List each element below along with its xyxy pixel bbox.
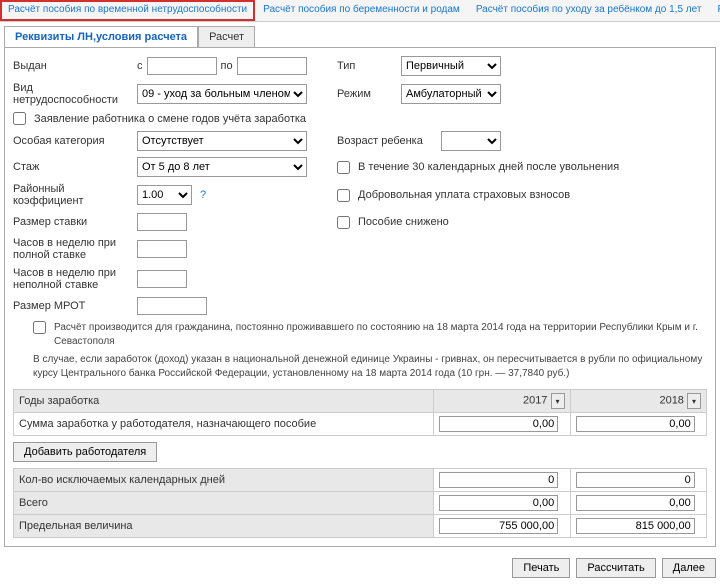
- select-type[interactable]: Первичный: [401, 56, 501, 76]
- earnings-table: Годы заработка 2017 ▾ 2018 ▾ Сумма зараб…: [13, 389, 707, 436]
- input-mrot[interactable]: [137, 297, 207, 315]
- checkbox-year-swap[interactable]: [13, 112, 26, 125]
- checkbox-voluntary[interactable]: [337, 189, 350, 202]
- year1-dropdown-icon[interactable]: ▾: [551, 393, 565, 409]
- input-limit-y1[interactable]: [439, 518, 558, 534]
- input-limit-y2[interactable]: [576, 518, 695, 534]
- input-sum-y1[interactable]: [439, 416, 558, 432]
- label-hours-part: Часов в неделю при неполной ставке: [13, 267, 133, 291]
- checkbox-reduced[interactable]: [337, 216, 350, 229]
- input-date-to[interactable]: [237, 57, 307, 75]
- select-child-age[interactable]: [441, 131, 501, 151]
- th-year2: 2018 ▾: [570, 390, 707, 413]
- topnav-loss[interactable]: Расчёт утраче: [709, 0, 720, 21]
- label-from: с: [137, 60, 143, 72]
- tabs: Реквизиты ЛН,условия расчета Расчет: [4, 26, 716, 48]
- button-row: Печать Рассчитать Далее: [0, 552, 720, 584]
- input-excl-y2[interactable]: [576, 472, 695, 488]
- select-disability-kind[interactable]: 09 - уход за больным членом: [137, 84, 307, 104]
- select-seniority[interactable]: От 5 до 8 лет: [137, 157, 307, 177]
- th-years: Годы заработка: [14, 390, 434, 413]
- topnav-childcare[interactable]: Расчёт пособия по уходу за ребёнком до 1…: [468, 0, 710, 21]
- add-employer-button[interactable]: Добавить работодателя: [13, 442, 157, 462]
- label-to: по: [221, 60, 233, 72]
- label-within30: В течение 30 календарных дней после увол…: [358, 161, 619, 173]
- label-rate-size: Размер ставки: [13, 216, 133, 228]
- th-total: Всего: [14, 492, 434, 515]
- select-regime[interactable]: Амбулаторный: [401, 84, 501, 104]
- th-limit: Предельная величина: [14, 515, 434, 538]
- label-district-coef: Районный коэффициент: [13, 183, 133, 207]
- print-button[interactable]: Печать: [512, 558, 570, 578]
- input-hours-full[interactable]: [137, 240, 187, 258]
- year2-dropdown-icon[interactable]: ▾: [687, 393, 701, 409]
- next-button[interactable]: Далее: [662, 558, 716, 578]
- td-sum-label: Сумма заработка у работодателя, назначаю…: [14, 413, 434, 436]
- label-regime: Режим: [337, 88, 397, 100]
- label-seniority: Стаж: [13, 161, 133, 173]
- form-content: Выдан с по Тип Первичный Вид нетрудоспос…: [4, 47, 716, 547]
- input-rate-size[interactable]: [137, 213, 187, 231]
- tab-calc[interactable]: Расчет: [198, 26, 255, 48]
- help-link-coef[interactable]: ?: [200, 189, 206, 201]
- label-crimea-note: Расчёт производится для гражданина, пост…: [54, 321, 707, 349]
- th-excl: Кол-во исключаемых календарных дней: [14, 469, 434, 492]
- label-child-age: Возраст ребенка: [337, 135, 437, 147]
- label-disability-kind: Вид нетрудоспособности: [13, 82, 133, 106]
- label-issued: Выдан: [13, 60, 133, 72]
- input-sum-y2[interactable]: [576, 416, 695, 432]
- th-year1: 2017 ▾: [434, 390, 571, 413]
- summary-table: Кол-во исключаемых календарных дней Всег…: [13, 468, 707, 538]
- label-special-cat: Особая категория: [13, 135, 133, 147]
- calculate-button[interactable]: Рассчитать: [576, 558, 655, 578]
- checkbox-crimea[interactable]: [33, 321, 46, 334]
- label-hours-full: Часов в неделю при полной ставке: [13, 237, 133, 261]
- label-year-swap: Заявление работника о смене годов учёта …: [34, 113, 306, 125]
- tab-requisites[interactable]: Реквизиты ЛН,условия расчета: [4, 26, 198, 48]
- select-district-coef[interactable]: 1.00: [137, 185, 192, 205]
- input-hours-part[interactable]: [137, 270, 187, 288]
- label-ukraine-note: В случае, если заработок (доход) указан …: [33, 353, 707, 381]
- label-voluntary: Добровольная уплата страховых взносов: [358, 189, 570, 201]
- topnav-maternity[interactable]: Расчёт пособия по беременности и родам: [255, 0, 468, 21]
- top-navigation: Расчёт пособия по временной нетрудоспосо…: [0, 0, 720, 22]
- input-date-from[interactable]: [147, 57, 217, 75]
- input-total-y1[interactable]: [439, 495, 558, 511]
- topnav-temp-disability[interactable]: Расчёт пособия по временной нетрудоспосо…: [0, 0, 255, 21]
- label-type: Тип: [337, 60, 397, 72]
- label-mrot: Размер МРОТ: [13, 300, 133, 312]
- checkbox-within30[interactable]: [337, 161, 350, 174]
- select-special-cat[interactable]: Отсутствует: [137, 131, 307, 151]
- input-total-y2[interactable]: [576, 495, 695, 511]
- label-reduced: Пособие снижено: [358, 216, 449, 228]
- input-excl-y1[interactable]: [439, 472, 558, 488]
